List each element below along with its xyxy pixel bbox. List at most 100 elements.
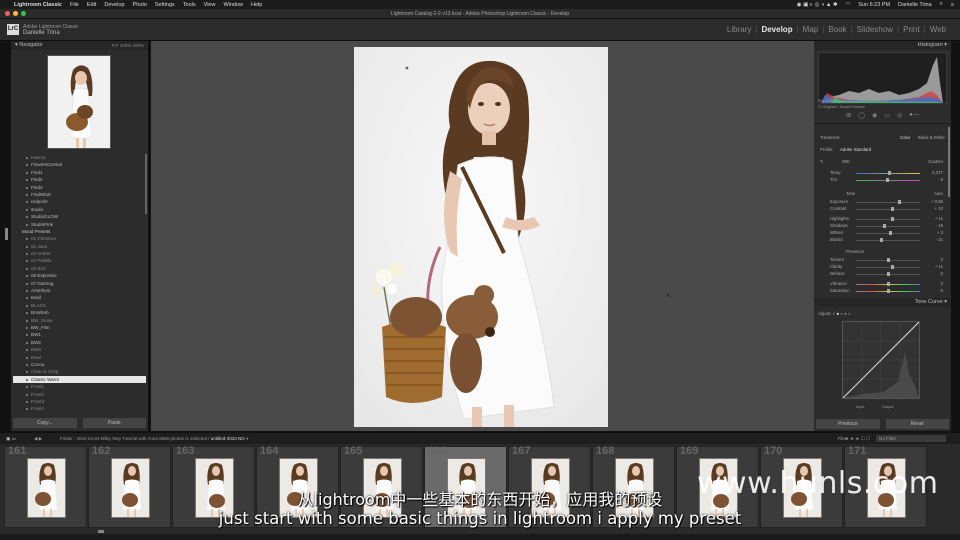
preset-item[interactable]: BW_Film xyxy=(13,324,146,331)
develop-canvas[interactable]: ↖ xyxy=(151,41,814,431)
contrast-slider[interactable]: Contrast + 10 xyxy=(818,206,947,212)
module-book[interactable]: Book xyxy=(824,25,850,34)
navigator-header[interactable]: ▾ Navigator FIT 100% 200% xyxy=(11,41,148,50)
auto-tone-button[interactable]: Auto xyxy=(934,191,943,197)
status-icons[interactable]: ◉ ▣ ◐ ◎ ◑ ▲ ✱ xyxy=(797,2,838,8)
preset-item[interactable]: BnWbnb xyxy=(13,309,146,316)
paste-settings-button[interactable]: Paste xyxy=(82,418,146,428)
module-map[interactable]: Map xyxy=(799,25,823,34)
menu-develop[interactable]: Develop xyxy=(104,2,124,8)
menu-file[interactable]: File xyxy=(70,2,79,8)
preset-item[interactable]: Find3 xyxy=(13,184,146,191)
saturation-slider[interactable]: Saturation 0 xyxy=(818,288,947,294)
preset-item[interactable]: Frost4 xyxy=(13,405,146,412)
clarity-slider[interactable]: Clarity + 11 xyxy=(818,264,947,270)
wb-picker-icon[interactable]: ✎ xyxy=(820,159,824,165)
preset-item[interactable]: 06 Espresso xyxy=(13,272,146,279)
preset-item[interactable]: Cocoa xyxy=(13,361,146,368)
module-library[interactable]: Library xyxy=(723,25,755,34)
preset-group[interactable]: Mood Presets xyxy=(13,228,146,235)
preset-item[interactable]: FlowersCentral xyxy=(13,161,146,168)
minimize-window-button[interactable] xyxy=(13,11,18,16)
vibrance-slider[interactable]: Vibrance 0 xyxy=(818,281,947,287)
main-photo[interactable] xyxy=(354,47,608,427)
filter-star-icons[interactable]: ★ ★ ★ ☐ ☐ xyxy=(845,433,870,444)
blacks-slider[interactable]: Blacks - 21 xyxy=(818,237,947,243)
dehaze-slider[interactable]: Dehaze 0 xyxy=(818,271,947,277)
zoom-window-button[interactable] xyxy=(21,11,26,16)
app-menu-name[interactable]: Lightroom Classic xyxy=(14,2,62,8)
highlights-slider[interactable]: Highlights + 11 xyxy=(818,216,947,222)
preset-item[interactable]: Haircut xyxy=(13,154,146,161)
navigator-preview[interactable] xyxy=(47,55,111,149)
preset-item[interactable]: Classic Warm xyxy=(13,375,146,384)
menu-help[interactable]: Help xyxy=(251,2,262,8)
preset-item[interactable]: FindNEW xyxy=(13,191,146,198)
preset-item[interactable]: Frost1 xyxy=(13,383,146,390)
grid-view-icon[interactable]: ▣ ▭ xyxy=(6,433,16,444)
red-channel-icon[interactable]: ● xyxy=(840,311,843,316)
wifi-icon[interactable]: ◠ xyxy=(845,2,850,8)
preset-item[interactable]: BLACK xyxy=(13,302,146,309)
presets-list[interactable]: Haircut FlowersCentral Find1 Find2 Find3 Find… xyxy=(13,154,146,416)
preset-item[interactable]: StudioPink xyxy=(13,221,146,228)
preset-item[interactable]: Clear & Crisp xyxy=(13,368,146,375)
menu-view[interactable]: View xyxy=(204,2,216,8)
adjustment-brush-icon[interactable]: ●— xyxy=(909,112,919,118)
preset-item[interactable]: 03 Amber xyxy=(13,250,146,257)
shadows-slider[interactable]: Shadows - 16 xyxy=(818,223,947,229)
preset-item[interactable]: Amethyst xyxy=(13,287,146,294)
search-icon[interactable]: ⌕ xyxy=(940,1,943,8)
clock[interactable]: Sun 6:23 PM xyxy=(858,2,890,8)
preset-item[interactable]: Frost3 xyxy=(13,398,146,405)
module-print[interactable]: Print xyxy=(899,25,923,34)
preset-item[interactable]: BW2 xyxy=(13,339,146,346)
left-panel-toggle[interactable] xyxy=(5,228,8,240)
tone-curve-graph[interactable] xyxy=(842,321,920,399)
histogram-header[interactable]: Histogram ▾ xyxy=(814,41,951,50)
menu-settings[interactable]: Settings xyxy=(155,2,175,8)
control-center-icon[interactable]: ≡ xyxy=(951,2,954,8)
preset-item[interactable]: BW1 xyxy=(13,331,146,338)
nav-back-icon[interactable]: ◀ ▶ xyxy=(34,433,42,444)
module-web[interactable]: Web xyxy=(926,25,950,34)
rgb-channel-icon[interactable]: ● xyxy=(837,311,840,316)
tint-slider[interactable]: Tint - 8 xyxy=(818,177,947,183)
texture-slider[interactable]: Texture 0 xyxy=(818,257,947,263)
filmstrip-source[interactable]: Folder : 2022-04-23 Milky Way Tutorial w… xyxy=(60,433,248,444)
preset-item[interactable]: Find1 xyxy=(13,169,146,176)
green-channel-icon[interactable]: ● xyxy=(844,311,847,316)
preset-item[interactable]: Bowl xyxy=(13,354,146,361)
spot-removal-icon[interactable]: ◯ xyxy=(858,112,865,119)
temp-slider[interactable]: Temp 6,377 xyxy=(818,170,947,176)
preset-item[interactable]: Find2 xyxy=(13,176,146,183)
right-panel-scrollbar[interactable] xyxy=(948,127,950,197)
filmstrip-scrollbar[interactable] xyxy=(98,530,104,533)
preset-item[interactable]: 07 Nutmeg xyxy=(13,280,146,287)
preset-item[interactable]: BW_Snow xyxy=(13,317,146,324)
preset-item[interactable]: Basil xyxy=(13,294,146,301)
histogram[interactable] xyxy=(818,52,947,104)
navigator-zoom-options[interactable]: FIT 100% 200% xyxy=(112,41,144,50)
preset-item[interactable]: 01 Chestnut xyxy=(13,235,146,242)
preset-item[interactable]: studio xyxy=(13,206,146,213)
preset-item[interactable]: BW3 xyxy=(13,346,146,353)
copy-settings-button[interactable]: Copy... xyxy=(13,418,77,428)
preset-item[interactable]: 04 Pebble xyxy=(13,257,146,264)
close-window-button[interactable] xyxy=(5,11,10,16)
menu-edit[interactable]: Edit xyxy=(87,2,96,8)
reset-button[interactable]: Reset xyxy=(885,419,949,429)
treatment-bw[interactable]: Black & White xyxy=(918,135,945,141)
menu-photo[interactable]: Photo xyxy=(133,2,147,8)
preset-item[interactable]: redpoint xyxy=(13,198,146,205)
treatment-color[interactable]: Color xyxy=(900,135,910,141)
preset-item[interactable]: 02 Java xyxy=(13,243,146,250)
module-slideshow[interactable]: Slideshow xyxy=(853,25,897,34)
crop-icon[interactable]: ⊞ xyxy=(846,112,851,119)
wb-dropdown[interactable]: Custom xyxy=(928,159,943,165)
menu-window[interactable]: Window xyxy=(223,2,243,8)
preset-item[interactable]: 05 Bird xyxy=(13,265,146,272)
preset-item[interactable]: StudioGLOW xyxy=(13,213,146,220)
preset-item[interactable]: Frost2 xyxy=(13,391,146,398)
tone-curve-header[interactable]: Tone Curve ▾ xyxy=(814,298,951,307)
